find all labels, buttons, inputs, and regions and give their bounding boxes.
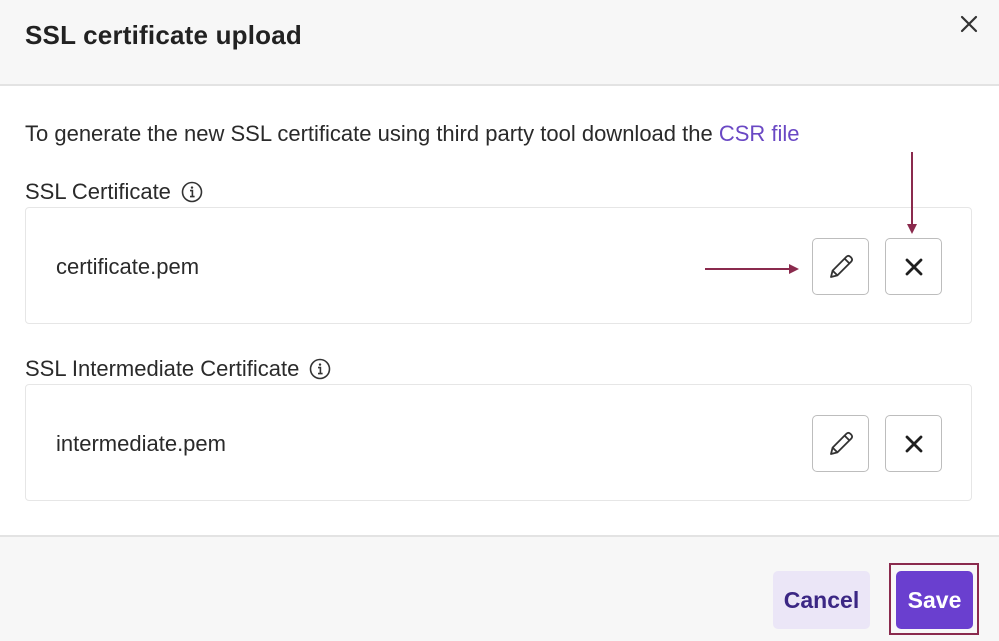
ssl-certificate-file-box: certificate.pem — [25, 207, 972, 324]
certificate-file-name: certificate.pem — [56, 254, 200, 279]
close-dialog-button[interactable] — [955, 10, 983, 38]
intro-sentence: To generate the new SSL certificate usin… — [25, 121, 719, 146]
info-icon[interactable] — [309, 358, 331, 380]
pencil-icon — [829, 431, 853, 455]
section-label-text: SSL Certificate — [25, 179, 171, 204]
section-label-text: SSL Intermediate Certificate — [25, 356, 300, 381]
edit-certificate-button[interactable] — [812, 238, 869, 295]
info-icon[interactable] — [181, 181, 203, 203]
save-button[interactable]: Save — [896, 571, 973, 629]
intro-text: To generate the new SSL certificate usin… — [25, 121, 800, 147]
cancel-button[interactable]: Cancel — [773, 571, 870, 629]
close-icon — [905, 258, 922, 275]
dialog-title: SSL certificate upload — [25, 20, 302, 50]
ssl-intermediate-certificate-label: SSL Intermediate Certificate — [25, 356, 331, 382]
ssl-certificate-label: SSL Certificate — [25, 179, 203, 205]
edit-intermediate-button[interactable] — [812, 415, 869, 472]
csr-file-link[interactable]: CSR file — [719, 121, 800, 146]
pencil-icon — [829, 254, 853, 278]
intermediate-file-name: intermediate.pem — [56, 431, 226, 456]
ssl-intermediate-certificate-file-box: intermediate.pem — [25, 384, 972, 501]
remove-intermediate-button[interactable] — [885, 415, 942, 472]
close-icon — [905, 435, 922, 452]
close-icon — [960, 15, 978, 33]
dialog-header: SSL certificate upload — [0, 0, 999, 86]
dialog-footer: Cancel Save — [0, 535, 999, 641]
ssl-upload-dialog: SSL certificate upload To generate the n… — [0, 0, 999, 641]
remove-certificate-button[interactable] — [885, 238, 942, 295]
